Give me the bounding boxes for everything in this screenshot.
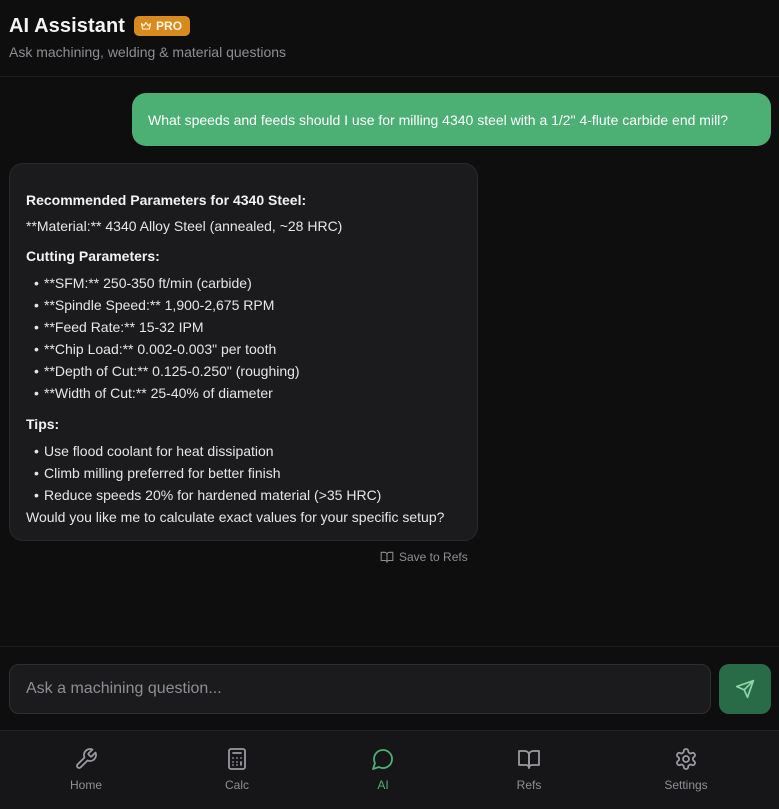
gear-icon <box>676 748 696 770</box>
pro-badge-label: PRO <box>156 19 183 33</box>
save-to-refs-button[interactable]: Save to Refs <box>380 548 468 566</box>
book-open-icon <box>380 551 394 563</box>
subtitle: Ask machining, welding & material questi… <box>9 44 287 60</box>
response-heading: Recommended Parameters for 4340 Steel: <box>26 192 307 208</box>
nav-item-refs[interactable]: Refs <box>499 731 559 809</box>
send-button[interactable] <box>719 664 771 714</box>
list-item: Use flood coolant for heat dissipation <box>34 440 461 462</box>
nav-label-refs: Refs <box>516 778 542 792</box>
list-item: **Width of Cut:** 25-40% of diameter <box>34 382 461 404</box>
list-item: **SFM:** 250-350 ft/min (carbide) <box>34 272 461 294</box>
input-area <box>0 646 779 730</box>
save-to-refs-label: Save to Refs <box>399 550 468 564</box>
nav-label-ai: AI <box>377 778 389 792</box>
send-icon <box>735 679 755 699</box>
tips-heading: Tips: <box>26 416 60 432</box>
title-row: AI Assistant PRO <box>9 14 770 38</box>
calculator-icon <box>228 748 246 770</box>
nav-label-calc: Calc <box>224 778 249 792</box>
app-root: AI Assistant PRO Ask machining, welding … <box>0 0 779 809</box>
crown-icon <box>140 21 152 30</box>
closing-question: Would you like me to calculate exact val… <box>26 509 445 525</box>
list-item: **Spindle Speed:** 1,900-2,675 RPM <box>34 294 461 316</box>
list-item: Reduce speeds 20% for hardened material … <box>34 484 461 506</box>
nav-item-ai[interactable]: AI <box>353 731 413 809</box>
wrench-icon <box>76 748 97 769</box>
list-item: **Depth of Cut:** 0.125-0.250" (roughing… <box>34 360 461 382</box>
pro-badge: PRO <box>134 16 191 36</box>
chat-input[interactable] <box>9 664 711 714</box>
cutting-list: **SFM:** 250-350 ft/min (carbide) **Spin… <box>26 272 461 404</box>
book-icon <box>518 750 540 769</box>
nav-item-settings[interactable]: Settings <box>651 731 721 809</box>
cutting-heading: Cutting Parameters: <box>26 248 160 264</box>
material-line: **Material:** 4340 Alloy Steel (annealed… <box>26 218 343 234</box>
list-item: Climb milling preferred for better finis… <box>34 462 461 484</box>
bottom-nav: Home Calc AI Refs Settings <box>0 730 779 809</box>
nav-item-calc[interactable]: Calc <box>207 731 267 809</box>
assistant-message: Recommended Parameters for 4340 Steel: *… <box>9 163 478 541</box>
nav-label-settings: Settings <box>664 778 708 792</box>
header: AI Assistant PRO Ask machining, welding … <box>0 0 779 77</box>
page-title: AI Assistant <box>9 14 126 37</box>
nav-item-home[interactable]: Home <box>56 731 116 809</box>
list-item: **Feed Rate:** 15-32 IPM <box>34 316 461 338</box>
chat-bubble-icon <box>372 749 393 770</box>
nav-label-home: Home <box>69 778 102 792</box>
list-item: **Chip Load:** 0.002-0.003" per tooth <box>34 338 461 360</box>
user-message: What speeds and feeds should I use for m… <box>132 93 771 146</box>
tips-list: Use flood coolant for heat dissipation C… <box>26 440 461 506</box>
user-message-text: What speeds and feeds should I use for m… <box>148 111 729 128</box>
